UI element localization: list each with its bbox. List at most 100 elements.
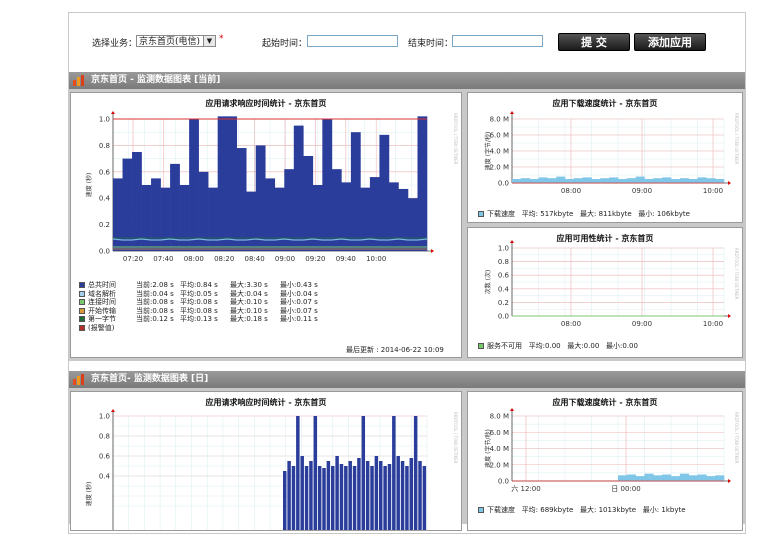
download-bar (556, 176, 566, 183)
response-bar (400, 461, 405, 530)
x-tick-label: 09:00 (275, 255, 295, 263)
download-bar (635, 476, 645, 481)
y-axis-label: 速度 (字节/秒) (484, 132, 492, 171)
legend-min: 最小: 106kbyte (638, 210, 690, 218)
response-bar (357, 458, 361, 530)
response-bar (350, 132, 361, 251)
s1-availability-chart: 0.0 0.2 0.4 0.6 0.8 1.0 08:00 09:00 10:00 次数 (次) (484, 240, 731, 328)
legend-swatch (79, 282, 85, 288)
legend-row: (报警值) (79, 323, 280, 333)
download-bar (538, 177, 548, 183)
x-tick-label: 10:00 (366, 255, 386, 263)
business-label: 选择业务： (92, 39, 138, 49)
download-bar (653, 178, 663, 183)
y-axis-label: 次数 (次) (484, 270, 492, 295)
response-bar (312, 185, 323, 251)
legend-row: 下载速度 平均: 689kbyte 最大: 1013kbyte 最小: 1kby… (478, 505, 686, 515)
legend-avg: 平均: 517kbyte (521, 210, 574, 218)
response-bar (300, 456, 304, 530)
y-tick-label: 6.0 M (490, 429, 509, 437)
response-bar (360, 187, 371, 251)
response-bar (293, 125, 304, 251)
section1-header: 京东首页 - 监测数据图表 [当前] (69, 72, 745, 89)
legend-swatch (79, 299, 85, 305)
download-bar (565, 179, 575, 183)
axis-arrow (728, 181, 731, 185)
response-bar (387, 464, 392, 530)
legend-swatch (79, 324, 85, 331)
legend-max: 最大:0.00 (567, 342, 600, 350)
y-tick-label: 8.0 M (490, 413, 509, 421)
y-tick-label: 0.0 (498, 313, 509, 321)
response-bar (255, 145, 266, 251)
download-bar (618, 179, 628, 183)
response-bar (407, 198, 418, 251)
legend-name: 下载速度 (487, 210, 515, 218)
download-bar (662, 474, 672, 481)
legend-row: 服务不可用 平均:0.00 最大:0.00 最小:0.00 (478, 341, 638, 351)
response-bar (392, 416, 396, 530)
response-bar (405, 466, 409, 530)
legend-swatch (79, 307, 85, 314)
response-bar (283, 471, 287, 530)
download-bar (635, 176, 645, 183)
legend-swatch (478, 343, 484, 349)
response-bar (179, 185, 190, 251)
response-bar (417, 116, 428, 251)
legend-row: 下载速度 平均: 517kbyte 最大: 811kbyte 最小: 106kb… (478, 209, 690, 219)
y-tick-label: 0.0 (99, 248, 110, 256)
response-bar (370, 466, 374, 530)
axis-arrow (510, 111, 514, 114)
legend-name: 下载速度 (487, 506, 515, 514)
download-bar (644, 473, 654, 481)
s2-response-panel: 应用请求响应时间统计 - 京东首页 RRDTOOL / TOBI OETIKER… (70, 391, 462, 531)
chevron-down-icon[interactable]: ▼ (203, 36, 215, 46)
y-tick-label: 2.0 M (490, 461, 509, 469)
response-bar (303, 155, 314, 251)
download-bar (706, 178, 716, 183)
response-bar (379, 134, 390, 251)
end-time-input[interactable] (452, 35, 543, 47)
add-app-button[interactable]: 添加应用 (634, 33, 706, 51)
legend-swatch (478, 507, 484, 513)
legend-min: 最小:0.00 (605, 342, 638, 350)
response-bar (296, 416, 300, 530)
response-bar (227, 116, 237, 251)
end-time-label: 结束时间： (408, 39, 454, 49)
business-select-value: 京东首页(电信) (139, 37, 201, 47)
response-bar (208, 187, 218, 251)
response-bar (217, 116, 228, 251)
response-bar (383, 466, 387, 530)
download-bar (618, 475, 628, 481)
business-select[interactable]: 京东首页(电信) ▼ (136, 35, 216, 47)
download-bar (688, 475, 698, 481)
x-tick-label: 08:00 (184, 255, 204, 263)
response-bar (361, 416, 366, 530)
download-bar (547, 178, 557, 183)
y-tick-label: 0.6 (99, 168, 111, 176)
response-bar (189, 119, 199, 251)
start-time-input[interactable] (307, 35, 398, 47)
response-bar (379, 461, 383, 530)
response-bar (309, 461, 313, 530)
legend-avg: 平均: 689kbyte (521, 506, 574, 514)
axis-arrow (431, 249, 434, 253)
response-bar (341, 182, 352, 251)
axis-arrow (111, 111, 115, 114)
y-tick-label: 0.8 (99, 433, 110, 441)
download-bar (679, 178, 689, 183)
axis-arrow (510, 408, 514, 411)
response-bar (374, 456, 379, 530)
submit-button[interactable]: 提 交 (558, 33, 630, 51)
y-axis-label: 速度 (秒) (85, 482, 93, 507)
download-bar (626, 178, 636, 183)
y-tick-label: 0.0 (498, 478, 509, 486)
x-tick-label: 08:40 (245, 255, 265, 263)
download-bar (591, 179, 601, 183)
legend-max: 最大: 811kbyte (580, 210, 632, 218)
download-bar (706, 476, 716, 481)
download-bar (626, 474, 636, 481)
response-bar (274, 187, 285, 251)
legend-swatch (478, 211, 484, 217)
response-bar (352, 466, 357, 530)
